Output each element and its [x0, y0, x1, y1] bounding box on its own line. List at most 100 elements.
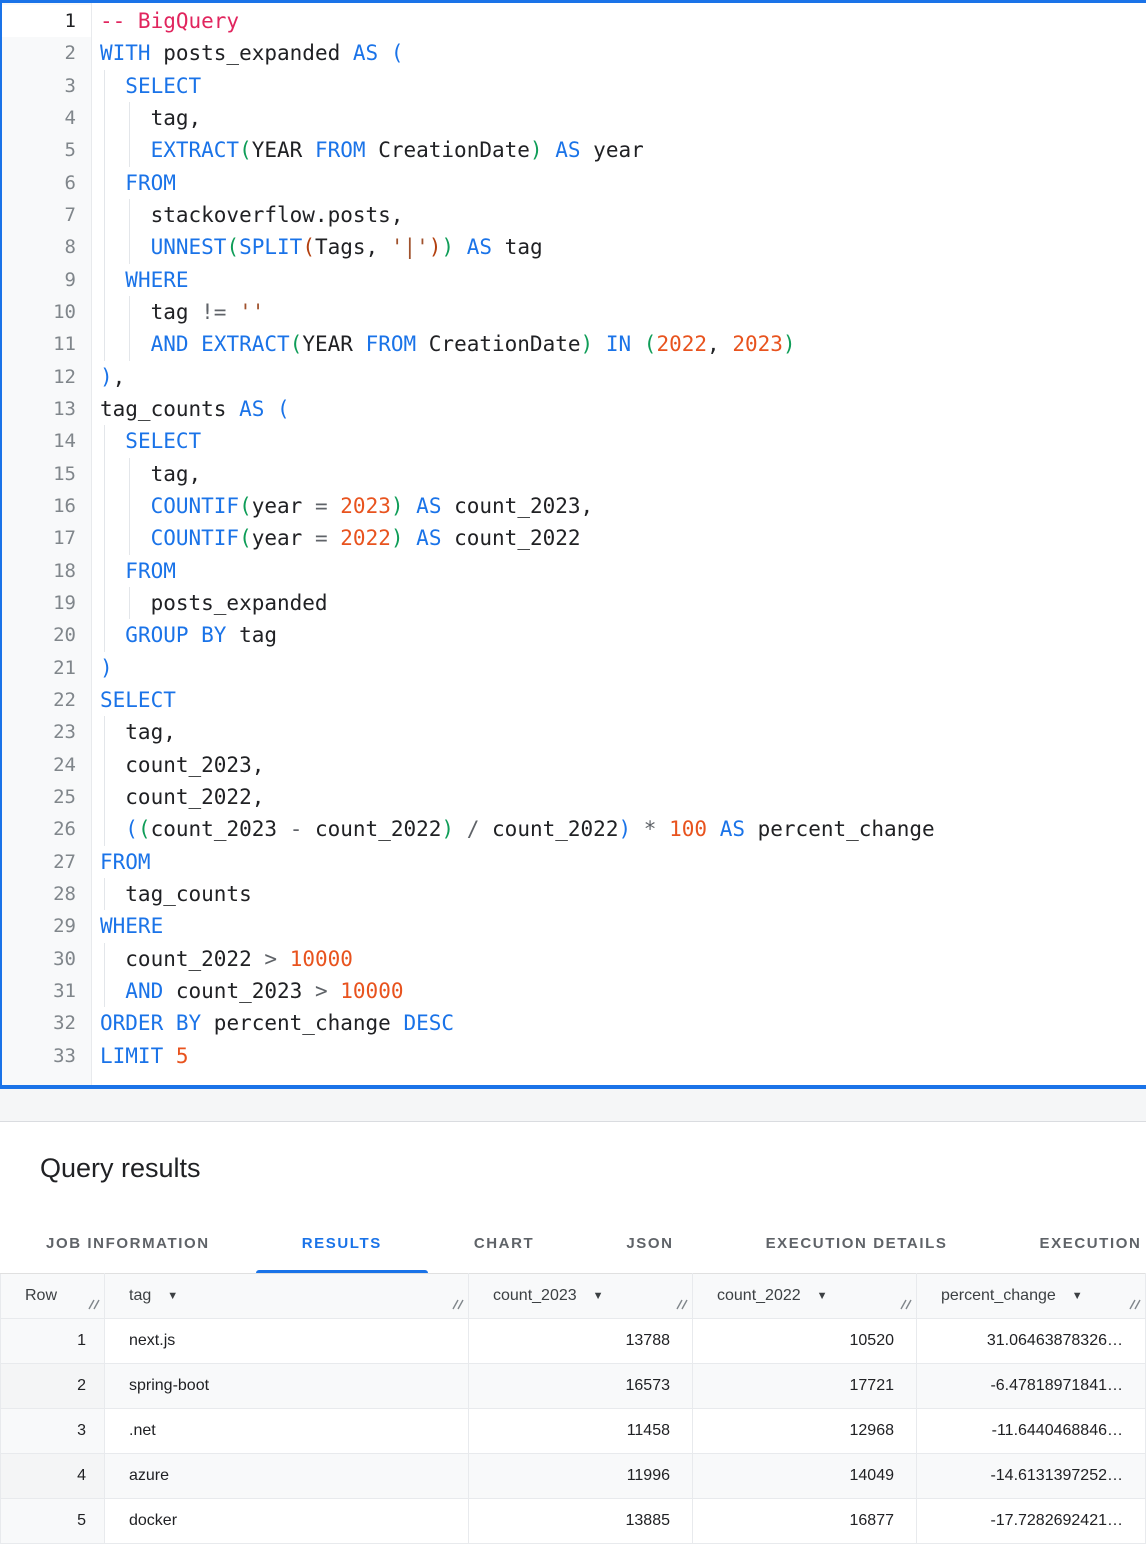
code-line: 30 count_2022 > 10000 — [2, 943, 1146, 975]
indent-guide — [104, 296, 105, 328]
code-text: AND EXTRACT(YEAR FROM CreationDate) IN (… — [92, 328, 1146, 360]
column-resize-handle-icon[interactable] — [676, 1297, 689, 1315]
code-line: 15 tag, — [2, 458, 1146, 490]
column-resize-handle-icon[interactable] — [88, 1297, 101, 1315]
column-resize-handle-icon[interactable] — [452, 1297, 465, 1315]
sort-dropdown-icon[interactable]: ▼ — [1072, 1290, 1083, 1302]
code-text: EXTRACT(YEAR FROM CreationDate) AS year — [92, 134, 1146, 166]
percent-change-cell: -11.6440468846… — [917, 1409, 1146, 1454]
line-number: 31 — [2, 975, 92, 1007]
sort-dropdown-icon[interactable]: ▼ — [167, 1290, 178, 1302]
percent-change-cell: 31.06463878326… — [917, 1319, 1146, 1364]
code-text: tag_counts — [92, 878, 1146, 910]
code-line: 20 GROUP BY tag — [2, 619, 1146, 651]
tab-chart[interactable]: CHART — [428, 1214, 581, 1273]
results-table: Row tag▼ count_2023▼ count_2022▼ percent… — [0, 1273, 1146, 1544]
line-number: 28 — [2, 878, 92, 910]
line-number: 32 — [2, 1007, 92, 1039]
sql-editor[interactable]: 1-- BigQuery2WITH posts_expanded AS (3 S… — [0, 0, 1146, 1089]
code-line: 2WITH posts_expanded AS ( — [2, 37, 1146, 69]
query-results-header: Query results — [0, 1122, 1146, 1214]
code-text: UNNEST(SPLIT(Tags, '|')) AS tag — [92, 231, 1146, 263]
tab-execution-details[interactable]: EXECUTION DETAILS — [720, 1214, 994, 1273]
table-row: 5docker1388516877-17.7282692421… — [1, 1499, 1146, 1544]
sort-dropdown-icon[interactable]: ▼ — [817, 1290, 828, 1302]
count-2023-cell: 13885 — [469, 1499, 693, 1544]
sort-dropdown-icon[interactable]: ▼ — [593, 1290, 604, 1302]
code-text: ), — [92, 361, 1146, 393]
indent-guide — [129, 199, 130, 231]
column-resize-handle-icon[interactable] — [900, 1297, 913, 1315]
table-row: 3.net1145812968-11.6440468846… — [1, 1409, 1146, 1454]
indent-guide — [104, 813, 105, 845]
code-line: 13tag_counts AS ( — [2, 393, 1146, 425]
column-header-tag[interactable]: tag▼ — [105, 1274, 469, 1319]
code-line: 22SELECT — [2, 684, 1146, 716]
row-number-cell: 4 — [1, 1454, 105, 1499]
tab-json[interactable]: JSON — [580, 1214, 719, 1273]
indent-guide — [104, 490, 105, 522]
line-number: 29 — [2, 910, 92, 942]
indent-guide — [104, 231, 105, 263]
code-line: 24 count_2023, — [2, 749, 1146, 781]
percent-change-cell: -17.7282692421… — [917, 1499, 1146, 1544]
code-text: tag, — [92, 716, 1146, 748]
indent-guide — [104, 328, 105, 360]
column-header-row[interactable]: Row — [1, 1274, 105, 1319]
line-number: 10 — [2, 296, 92, 328]
code-text: AND count_2023 > 10000 — [92, 975, 1146, 1007]
tab-results[interactable]: RESULTS — [256, 1214, 428, 1273]
code-text: ) — [92, 652, 1146, 684]
count-2023-cell: 11996 — [469, 1454, 693, 1499]
code-text: LIMIT 5 — [92, 1040, 1146, 1072]
code-line: 7 stackoverflow.posts, — [2, 199, 1146, 231]
code-line: 18 FROM — [2, 555, 1146, 587]
column-header-count-2023[interactable]: count_2023▼ — [469, 1274, 693, 1319]
count-2023-cell: 16573 — [469, 1364, 693, 1409]
code-line: 16 COUNTIF(year = 2023) AS count_2023, — [2, 490, 1146, 522]
code-line: 31 AND count_2023 > 10000 — [2, 975, 1146, 1007]
row-number-cell: 3 — [1, 1409, 105, 1454]
column-header-count-2022[interactable]: count_2022▼ — [693, 1274, 917, 1319]
code-text: ((count_2023 - count_2022) / count_2022)… — [92, 813, 1146, 845]
tag-cell: next.js — [105, 1319, 469, 1364]
tab-job-information[interactable]: JOB INFORMATION — [0, 1214, 256, 1273]
line-number: 3 — [2, 70, 92, 102]
line-number: 2 — [2, 37, 92, 69]
tag-cell: docker — [105, 1499, 469, 1544]
percent-change-cell: -6.47818971841… — [917, 1364, 1146, 1409]
code-line: 25 count_2022, — [2, 781, 1146, 813]
code-text: posts_expanded — [92, 587, 1146, 619]
tab-execution-graph[interactable]: EXECUTION GRAPH — [994, 1214, 1146, 1273]
indent-guide — [129, 328, 130, 360]
indent-guide — [104, 167, 105, 199]
code-line: 23 tag, — [2, 716, 1146, 748]
column-header-percent-change[interactable]: percent_change▼ — [917, 1274, 1146, 1319]
column-resize-handle-icon[interactable] — [1129, 1297, 1142, 1315]
count-2022-cell: 14049 — [693, 1454, 917, 1499]
indent-guide — [129, 134, 130, 166]
line-number: 13 — [2, 393, 92, 425]
code-text: -- BigQuery — [92, 5, 1146, 37]
code-line: 14 SELECT — [2, 425, 1146, 457]
tag-cell: azure — [105, 1454, 469, 1499]
code-text: WHERE — [92, 264, 1146, 296]
indent-guide — [104, 781, 105, 813]
indent-guide — [129, 231, 130, 263]
line-number: 30 — [2, 943, 92, 975]
code-line: 32ORDER BY percent_change DESC — [2, 1007, 1146, 1039]
code-text: tag != '' — [92, 296, 1146, 328]
line-number: 7 — [2, 199, 92, 231]
count-2022-cell: 16877 — [693, 1499, 917, 1544]
line-number: 24 — [2, 749, 92, 781]
indent-guide — [104, 943, 105, 975]
line-number: 19 — [2, 587, 92, 619]
line-number: 23 — [2, 716, 92, 748]
code-text: stackoverflow.posts, — [92, 199, 1146, 231]
code-line: 6 FROM — [2, 167, 1146, 199]
table-row: 4azure1199614049-14.6131397252… — [1, 1454, 1146, 1499]
code-text: FROM — [92, 555, 1146, 587]
line-number: 18 — [2, 555, 92, 587]
panel-divider[interactable] — [0, 1089, 1146, 1122]
row-number-cell: 2 — [1, 1364, 105, 1409]
